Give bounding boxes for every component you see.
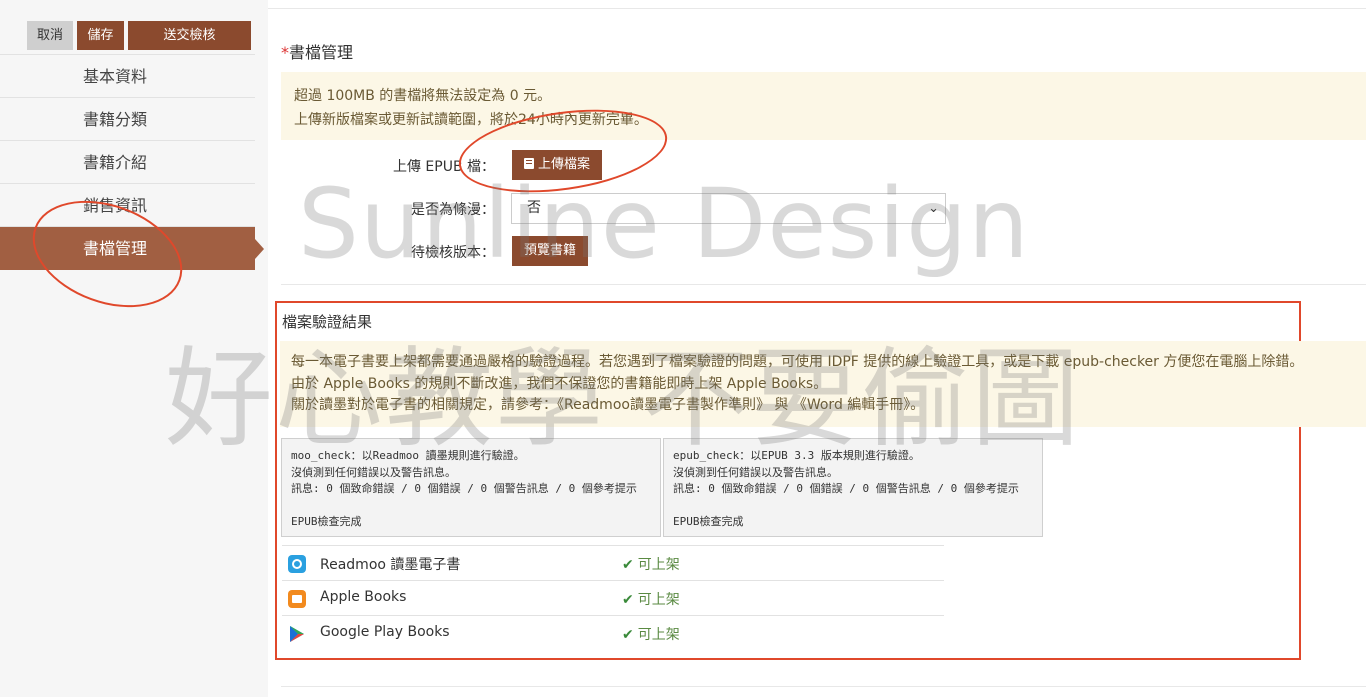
bottom-divider — [281, 686, 1366, 687]
comic-select[interactable]: 否 ⌄ — [511, 193, 946, 224]
check-line: moo_check：以Readmoo 讀墨規則進行驗證。 — [291, 449, 525, 462]
store-name: Apple Books — [320, 589, 407, 605]
store-status: ✔ 可上架 — [622, 554, 680, 574]
section-divider — [281, 284, 1366, 285]
validation-notice-line: 每一本電子書要上架都需要通過嚴格的驗證過程。若您遇到了檔案驗證的問題，可使用 I… — [291, 354, 1304, 370]
sidebar: 取消 儲存 送交檢核 基本資料 書籍分類 書籍介紹 銷售資訊 書檔管理 — [0, 0, 264, 697]
store-row: Google Play Books ✔ 可上架 — [282, 615, 944, 650]
save-button[interactable]: 儲存 — [77, 21, 124, 50]
check-line: 訊息: 0 個致命錯誤 / 0 個錯誤 / 0 個警告訊息 / 0 個參考提示 — [291, 482, 637, 495]
book-icon — [524, 158, 534, 169]
check-line: EPUB檢查完成 — [673, 514, 744, 528]
required-mark: * — [281, 43, 289, 62]
store-name: Readmoo 讀墨電子書 — [320, 557, 461, 573]
submit-review-button[interactable]: 送交檢核 — [128, 21, 251, 50]
sidebar-item-introduction[interactable]: 書籍介紹 — [0, 141, 255, 184]
validation-notice-line: 關於讀墨對於電子書的相關規定，請參考：《Readmoo讀墨電子書製作準則》 與 … — [291, 397, 925, 413]
apple-books-icon — [288, 590, 306, 608]
readmoo-icon — [288, 555, 306, 573]
file-notice: 超過 100MB 的書檔將無法設定為 0 元。 上傳新版檔案或更新試讀範圍，將於… — [281, 72, 1366, 140]
sidebar-item-sales-info[interactable]: 銷售資訊 — [0, 184, 255, 227]
main-content: *書檔管理 超過 100MB 的書檔將無法設定為 0 元。 上傳新版檔案或更新試… — [268, 0, 1366, 697]
store-status: ✔ 可上架 — [622, 624, 680, 644]
store-status-text: 可上架 — [637, 627, 680, 643]
preview-book-button[interactable]: 預覽書籍 — [512, 236, 589, 266]
store-row: Readmoo 讀墨電子書 ✔ 可上架 — [282, 545, 944, 580]
store-status-text: 可上架 — [637, 592, 680, 608]
checkmark-icon: ✔ — [622, 557, 634, 573]
sidebar-item-file-management[interactable]: 書檔管理 — [0, 227, 264, 270]
store-name: Google Play Books — [320, 624, 450, 640]
upload-file-label: 上傳檔案 — [538, 157, 591, 172]
upload-epub-label: 上傳 EPUB 檔： — [392, 159, 495, 175]
store-status: ✔ 可上架 — [622, 589, 680, 609]
sidebar-item-category[interactable]: 書籍分類 — [0, 98, 255, 141]
check-line: 訊息: 0 個致命錯誤 / 0 個錯誤 / 0 個警告訊息 / 0 個參考提示 — [673, 482, 1019, 495]
checkmark-icon: ✔ — [622, 592, 634, 608]
result-title: 檔案驗證結果 — [282, 313, 373, 331]
check-line: epub_check：以EPUB 3.3 版本規則進行驗證。 — [673, 449, 920, 462]
chevron-down-icon: ⌄ — [928, 201, 939, 216]
moo-check-card: moo_check：以Readmoo 讀墨規則進行驗證。 沒偵測到任何錯誤以及警告… — [281, 438, 661, 537]
notice-line: 上傳新版檔案或更新試讀範圍，將於24小時內更新完畢。 — [294, 112, 648, 128]
cancel-button[interactable]: 取消 — [27, 21, 73, 50]
comic-label: 是否為條漫： — [411, 202, 495, 218]
pending-version-label: 待檢核版本： — [411, 245, 495, 261]
checkmark-icon: ✔ — [622, 627, 634, 643]
notice-line: 超過 100MB 的書檔將無法設定為 0 元。 — [294, 88, 552, 104]
check-line: EPUB檢查完成 — [291, 514, 362, 528]
validation-notice-line: 由於 Apple Books 的規則不斷改進，我們不保證您的書籍能即時上架 Ap… — [291, 375, 828, 392]
google-play-books-icon — [288, 625, 306, 643]
top-divider — [268, 0, 1366, 9]
validation-notice: 每一本電子書要上架都需要通過嚴格的驗證過程。若您遇到了檔案驗證的問題，可使用 I… — [280, 341, 1366, 427]
epub-check-card: epub_check：以EPUB 3.3 版本規則進行驗證。 沒偵測到任何錯誤以及… — [663, 438, 1043, 537]
validation-result-panel: 檔案驗證結果 每一本電子書要上架都需要通過嚴格的驗證過程。若您遇到了檔案驗證的問… — [275, 301, 1366, 660]
check-line: 沒偵測到任何錯誤以及警告訊息。 — [291, 465, 456, 479]
store-row: Apple Books ✔ 可上架 — [282, 580, 944, 615]
section-title: *書檔管理 — [281, 39, 353, 63]
check-line: 沒偵測到任何錯誤以及警告訊息。 — [673, 465, 838, 479]
section-title-text: 書檔管理 — [289, 43, 354, 62]
comic-select-value: 否 — [527, 200, 541, 216]
action-bar: 取消 儲存 送交檢核 — [0, 0, 255, 55]
store-status-text: 可上架 — [637, 557, 680, 573]
upload-file-button[interactable]: 上傳檔案 — [512, 150, 603, 180]
sidebar-item-basic-info[interactable]: 基本資料 — [0, 55, 255, 98]
